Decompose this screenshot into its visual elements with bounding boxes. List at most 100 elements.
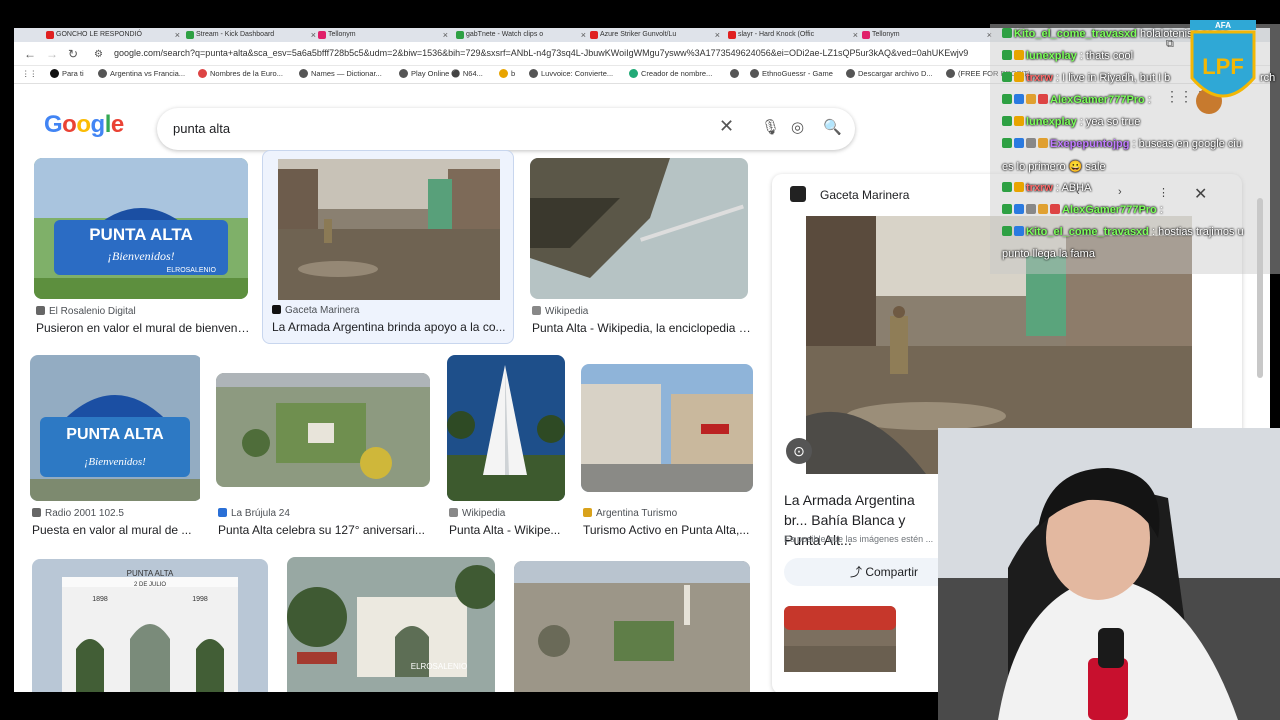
globe-icon [529,69,538,78]
browser-tab[interactable]: Tellonym × [860,28,994,42]
tab-label: GONCHO LE RESPONDIÓ [56,31,142,38]
result-image[interactable]: PUNTA ALTA ¡Bienvenidos! ELROSALENIO [34,158,248,299]
result-source: Wikipedia [532,306,588,317]
result-title[interactable]: La Armada Argentina brinda apoyo a la co… [272,320,506,334]
close-icon[interactable]: × [175,28,180,42]
browser-tab[interactable]: GONCHO LE RESPONDIÓ × [44,28,182,42]
image-result[interactable]: Wikipedia Punta Alta - Wikipe... [447,355,567,545]
source-label: Wikipedia [462,508,506,519]
chat-message: Exepepuntojpg : buscas en google ciu [1002,138,1242,150]
close-icon[interactable]: ✕ [1194,184,1207,204]
browser-tab[interactable]: Tellonym × [316,28,450,42]
clear-icon[interactable]: ✕ [719,116,734,137]
result-title[interactable]: Turismo Activo en Punta Alta,... [583,523,753,537]
chat-message: lunexplay : yea so true [1002,116,1140,128]
panel-source[interactable]: Gaceta Marinera [820,188,909,202]
google-logo[interactable]: Google [44,111,124,139]
address-bar[interactable]: google.com/search?q=punta+alta&sca_esv=5… [114,48,1014,58]
bookmark[interactable]: Nombres de la Euro... [198,69,283,78]
chat-user: Exepepuntojpg [1050,138,1130,150]
search-input[interactable]: punta alta [173,121,230,136]
sub-badge-icon [1014,72,1024,82]
close-icon[interactable]: × [443,28,448,42]
globe-icon [299,69,308,78]
search-icon[interactable]: 🔍 [823,118,842,136]
result-image[interactable]: ELROSALENIO [287,557,495,692]
reload-icon[interactable]: ↻ [68,47,78,61]
image-result[interactable]: Argentina Turismo Turismo Activo en Punt… [581,364,753,544]
lens-icon[interactable]: ◎ [791,118,804,136]
badge-icon [1026,204,1036,214]
copy-icon[interactable]: ⧉ [1166,38,1174,51]
lpf-text: LPF [1202,54,1244,79]
result-image[interactable] [530,158,748,299]
arch-date: 2 DE JULIO [134,582,166,588]
result-title[interactable]: Punta Alta - Wikipedia, la enciclopedia … [532,321,752,335]
image-result-selected[interactable]: Gaceta Marinera La Armada Argentina brin… [262,150,514,344]
bookmark[interactable] [730,69,742,78]
bookmark[interactable]: Play Online ⚫ N64... [399,69,483,78]
close-icon[interactable]: × [715,28,720,42]
badge-icon [1014,204,1024,214]
image-result[interactable] [514,561,750,692]
forward-icon[interactable]: → [46,47,58,61]
image-result[interactable]: ELROSALENIO [287,557,495,692]
welcome-sign-image: PUNTA ALTA ¡Bienvenidos! [30,355,200,501]
source-label: Argentina Turismo [596,508,678,519]
welcome-sign-image: PUNTA ALTA ¡Bienvenidos! ELROSALENIO [34,158,248,299]
chevron-right-icon[interactable]: › [1118,186,1122,198]
browser-tab[interactable]: gabTnete - Watch clips o × [454,28,588,42]
bookmark[interactable]: Creador de nombre... [629,69,712,78]
image-result[interactable]: La Brújula 24 Punta Alta celebra su 127°… [216,373,430,543]
kick-badge-icon [1002,138,1012,148]
result-image[interactable]: PUNTA ALTA 2 DE JULIO 1898 1998 [32,559,268,692]
bookmark[interactable]: Para ti [50,69,84,78]
chat-text: : hostias trajimos u [1151,226,1244,238]
browser-tab[interactable]: slayr - Hard Knock (Offic × [726,28,860,42]
chat-user: AlexGamer777Pro [1062,204,1157,216]
bookmark[interactable]: Names — Dictionar... [299,69,382,78]
result-image[interactable]: PUNTA ALTA ¡Bienvenidos! [30,355,202,501]
close-icon[interactable]: × [581,28,586,42]
search-box[interactable]: punta alta ✕ 🎙 ◎ 🔍 [157,108,855,150]
chat-user: trxrw [1026,72,1053,84]
related-image[interactable] [784,606,896,672]
site-info-icon[interactable]: ⚙ [94,49,103,60]
sub-badge-icon [1014,182,1024,192]
image-result[interactable]: PUNTA ALTA ¡Bienvenidos! ELROSALENIO El … [34,158,250,338]
lens-search-icon[interactable]: ⊙ [786,438,812,464]
browser-tab[interactable]: Stream - Kick Dashboard × [184,28,318,42]
result-image[interactable] [447,355,565,501]
image-result[interactable]: Wikipedia Punta Alta - Wikipedia, la enc… [530,158,752,338]
microphone-icon[interactable]: 🎙 [761,118,780,136]
bookmark[interactable]: b [499,69,515,78]
result-image[interactable] [514,561,750,692]
more-icon[interactable]: ⋮ [1158,186,1169,199]
bookmark-label: Creador de nombre... [641,69,713,78]
image-result[interactable]: PUNTA ALTA ¡Bienvenidos! Radio 2001 102.… [30,355,202,545]
result-title[interactable]: Puesta en valor al mural de ... [32,523,202,537]
globe-icon [730,69,739,78]
youtube-icon [590,31,598,39]
chevron-left-icon[interactable]: ‹ [1076,186,1080,198]
close-icon[interactable]: × [853,28,858,42]
chat-text: : yea so true [1079,116,1141,128]
source-label: La Brújula 24 [231,508,290,519]
result-image[interactable] [216,373,430,487]
chat-text: : [1159,204,1163,216]
emoji-icon [499,69,508,78]
back-icon[interactable]: ← [24,47,36,61]
result-title[interactable]: Punta Alta - Wikipe... [449,523,565,537]
result-image[interactable] [278,159,500,300]
bookmark[interactable]: EthnoGuessr - Game [750,69,833,78]
result-title[interactable]: Pusieron en valor el mural de bienveni..… [36,321,250,335]
result-image[interactable] [581,364,753,492]
image-result[interactable]: PUNTA ALTA 2 DE JULIO 1898 1998 [32,559,268,692]
globe-icon [399,69,408,78]
bookmark[interactable]: Argentina vs Francia... [98,69,185,78]
bookmark[interactable]: Descargar archivo D... [846,69,933,78]
bookmark[interactable]: Luvvoice: Convierte... [529,69,613,78]
browser-tab[interactable]: Azure Striker Gunvolt/Lu × [588,28,722,42]
apps-icon[interactable]: ⋮⋮ [22,69,37,78]
result-title[interactable]: Punta Alta celebra su 127° aniversari... [218,523,432,537]
